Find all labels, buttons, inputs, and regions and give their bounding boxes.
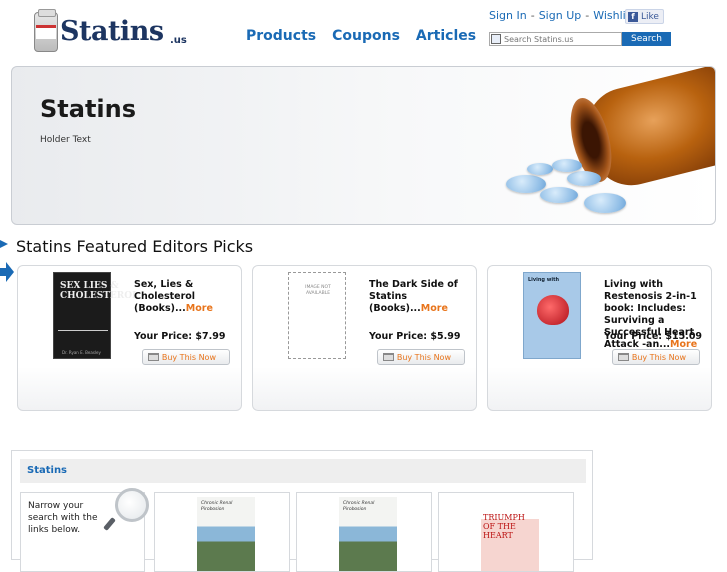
buy-now-button[interactable]: Buy This Now — [142, 349, 230, 365]
book-cover-image[interactable]: SEX LIES & CHOLESTEROL Dr. Ryan E. Beasl… — [53, 272, 138, 359]
search-input[interactable] — [489, 32, 622, 46]
nav-coupons[interactable]: Coupons — [332, 28, 400, 44]
sign-up-link[interactable]: Sign Up — [539, 9, 582, 22]
buy-now-button[interactable]: Buy This Now — [612, 349, 700, 365]
product-card: SEX LIES & CHOLESTEROL Dr. Ryan E. Beasl… — [17, 265, 242, 411]
logo-suffix: .us — [170, 35, 187, 46]
banner-title: Statins — [40, 95, 137, 123]
like-label: Like — [641, 11, 659, 22]
product-thumb[interactable]: Chronic Renal Pirobosion — [296, 492, 432, 572]
product-name: The Dark Side of Statins (Books)...More — [369, 279, 458, 314]
separator: - — [585, 9, 590, 22]
buy-now-button[interactable]: Buy This Now — [377, 349, 465, 365]
facebook-like-button[interactable]: f Like — [625, 9, 664, 24]
cart-icon — [618, 353, 629, 361]
product-card: Living with Living with Restenosis 2-in-… — [487, 265, 712, 411]
product-card: IMAGE NOT AVAILABLE The Dark Side of Sta… — [252, 265, 477, 411]
main-nav: Products Coupons Articles — [246, 28, 476, 44]
account-links: Sign In - Sign Up - Wishlist — [489, 9, 636, 22]
arrow-icon — [0, 240, 8, 248]
nav-products[interactable]: Products — [246, 28, 316, 44]
product-thumb[interactable]: TRIUMPH OF THE HEART — [438, 492, 574, 572]
book-cover-image[interactable]: Chronic Renal Pirobosion — [197, 497, 255, 571]
category-section: Statins Narrow your search with the link… — [11, 450, 593, 572]
product-price: Your Price: $15.09 — [604, 331, 703, 342]
product-price: Your Price: $7.99 — [134, 331, 226, 342]
search-icon — [491, 34, 501, 44]
nav-articles[interactable]: Articles — [416, 28, 476, 44]
hero-banner: Statins Holder Text — [11, 66, 716, 225]
featured-heading: Statins Featured Editors Picks — [16, 237, 254, 256]
facebook-icon: f — [628, 11, 638, 22]
book-cover-image[interactable]: Chronic Renal Pirobosion — [339, 497, 397, 571]
site-logo[interactable]: Statins .us — [34, 9, 194, 54]
heart-icon — [537, 295, 569, 325]
book-cover-image[interactable]: Living with — [523, 272, 581, 359]
product-thumb[interactable]: Chronic Renal Pirobosion — [154, 492, 290, 572]
banner-subtitle: Holder Text — [40, 135, 91, 145]
cart-icon — [148, 353, 159, 361]
magnifier-icon — [115, 488, 149, 522]
product-price: Your Price: $5.99 — [369, 331, 461, 342]
more-link[interactable]: More — [421, 303, 448, 314]
more-link[interactable]: More — [186, 303, 213, 314]
sign-in-link[interactable]: Sign In — [489, 9, 527, 22]
cart-icon — [383, 353, 394, 361]
product-name: Sex, Lies & Cholesterol (Books)...More — [134, 279, 213, 314]
logo-text: Statins — [60, 16, 164, 47]
section-header: Statins — [20, 459, 586, 483]
narrow-search-box: Narrow your search with the links below. — [20, 488, 149, 572]
book-cover-image[interactable]: TRIUMPH OF THE HEART — [481, 497, 539, 571]
search-form: Search — [489, 32, 671, 46]
book-cover-image[interactable]: IMAGE NOT AVAILABLE — [288, 272, 346, 359]
pill-bottle-icon — [34, 9, 58, 52]
separator: - — [530, 9, 535, 22]
section-title[interactable]: Statins — [27, 465, 67, 476]
narrow-search-text: Narrow your search with the links below. — [28, 501, 98, 535]
search-button[interactable]: Search — [622, 32, 671, 46]
carousel-arrow-icon[interactable] — [0, 262, 14, 282]
